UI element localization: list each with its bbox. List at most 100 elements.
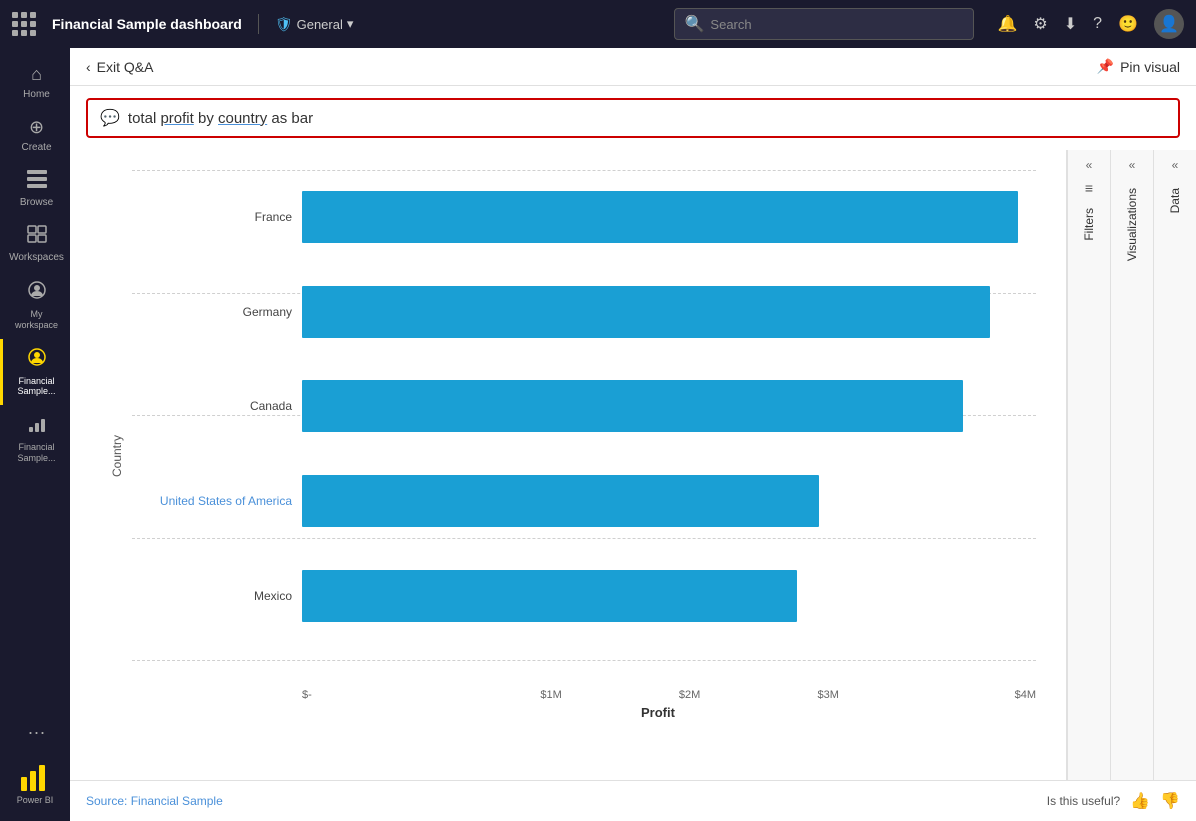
bar-row-germany: Germany — [132, 279, 1036, 344]
footer-source: Source: Financial Sample — [86, 794, 223, 808]
chart-inner: Country — [110, 170, 1036, 701]
data-chevron-icon: « — [1172, 158, 1179, 172]
bar-fill-usa — [302, 475, 819, 527]
back-chevron-icon: ‹ — [86, 59, 91, 75]
download-icon[interactable]: ⬇ — [1064, 14, 1077, 34]
filter-icon: ≡ — [1085, 180, 1093, 196]
qa-input-box[interactable]: 💬 total profit by country as bar — [86, 98, 1180, 138]
bar-track-canada — [302, 380, 1036, 432]
qa-header: ‹ Exit Q&A 📌 Pin visual — [70, 48, 1196, 86]
x-tick-4: $4M — [897, 689, 1036, 701]
report-icon — [27, 413, 47, 438]
sidebar-item-financial-sample-report[interactable]: FinancialSample... — [0, 405, 70, 472]
bar-fill-france — [302, 191, 1018, 243]
create-icon: ⊕ — [29, 117, 44, 138]
qa-input-wrapper: 💬 total profit by country as bar — [70, 86, 1196, 150]
content-area: ‹ Exit Q&A 📌 Pin visual 💬 total profit b… — [70, 48, 1196, 821]
chat-icon: 💬 — [100, 108, 120, 128]
thumbs-down-button[interactable]: 👎 — [1160, 791, 1180, 811]
more-icon: ··· — [28, 722, 46, 743]
top-navigation: Financial Sample dashboard 🛡 General ▾ 🔍… — [0, 0, 1196, 48]
sidebar-item-label: FinancialSample... — [17, 442, 55, 464]
sidebar-item-create[interactable]: ⊕ Create — [0, 109, 70, 162]
bar-track-germany — [302, 286, 1036, 338]
topnav-action-icons: 🔔 ⚙ ⬇ ? 🙂 👤 — [998, 9, 1185, 39]
chevron-down-icon: ▾ — [347, 16, 354, 32]
thumbs-up-button[interactable]: 👍 — [1130, 791, 1150, 811]
powerbi-logo-area: Power BI — [9, 751, 62, 813]
financial-sample-icon — [27, 347, 47, 372]
profit-underline: profit — [160, 110, 193, 127]
qa-query-text: total profit by country as bar — [128, 110, 313, 127]
sidebar-item-workspaces[interactable]: Workspaces — [0, 217, 70, 272]
sidebar-item-financial-sample-dashboard[interactable]: FinancialSample... — [0, 339, 70, 406]
search-input[interactable] — [710, 17, 962, 32]
powerbi-logo — [17, 759, 53, 795]
bar-track-france — [302, 191, 1036, 243]
search-box[interactable]: 🔍 — [674, 8, 974, 40]
search-icon: 🔍 — [685, 14, 705, 34]
shield-icon: 🛡 — [275, 16, 293, 33]
x-tick-2: $2M — [620, 689, 759, 701]
bar-label-france: France — [132, 210, 292, 224]
nav-badge: 🛡 General ▾ — [275, 16, 354, 33]
filters-chevron-icon: « — [1086, 158, 1093, 172]
my-workspace-icon — [27, 280, 47, 305]
sidebar-item-home[interactable]: ⌂ Home — [0, 56, 70, 109]
bar-fill-germany — [302, 286, 990, 338]
bar-label-mexico: Mexico — [132, 589, 292, 603]
visualizations-panel-title: Visualizations — [1125, 188, 1139, 261]
visualizations-chevron-icon: « — [1129, 158, 1136, 172]
help-icon[interactable]: ? — [1093, 15, 1102, 33]
feedback-label: Is this useful? — [1047, 794, 1120, 808]
sidebar-item-more[interactable]: ··· — [0, 714, 70, 751]
workspaces-icon — [27, 225, 47, 248]
chart-body: France Germany — [132, 170, 1036, 701]
bar-track-usa — [302, 475, 1036, 527]
sidebar-item-label: Create — [21, 142, 51, 154]
main-layout: ⌂ Home ⊕ Create Browse — [0, 48, 1196, 821]
x-axis-label: Profit — [110, 705, 1036, 720]
sidebar-item-label: FinancialSample... — [17, 376, 55, 398]
feedback-icon[interactable]: 🙂 — [1118, 14, 1138, 34]
sidebar-item-label: Home — [23, 89, 50, 101]
country-underline: country — [218, 110, 267, 127]
footer-feedback: Is this useful? 👍 👎 — [1047, 791, 1180, 811]
x-tick-3: $3M — [759, 689, 898, 701]
bars-container: France Germany — [132, 170, 1036, 683]
pin-visual-button[interactable]: 📌 Pin visual — [1097, 58, 1180, 75]
visualizations-panel[interactable]: « Visualizations — [1110, 150, 1153, 780]
bar-label-usa: United States of America — [132, 494, 292, 508]
waffle-icon[interactable] — [12, 12, 36, 36]
sidebar-item-label: Myworkspace — [15, 309, 58, 331]
filters-panel[interactable]: « ≡ Filters — [1067, 150, 1110, 780]
x-tick-1: $1M — [482, 689, 621, 701]
bar-chart: Country — [90, 160, 1056, 780]
nav-divider — [258, 14, 259, 34]
y-axis-label: Country — [110, 170, 124, 701]
bar-row-canada: Canada — [132, 374, 1036, 439]
data-panel[interactable]: « Data — [1153, 150, 1196, 780]
browse-icon — [27, 170, 47, 193]
x-axis: $- $1M $2M $3M $4M — [302, 683, 1036, 701]
filters-panel-title: Filters — [1082, 208, 1096, 241]
general-dropdown[interactable]: General ▾ — [297, 16, 354, 32]
x-tick-0: $- — [302, 689, 320, 701]
powerbi-label: Power BI — [17, 795, 54, 805]
source-link[interactable]: Financial Sample — [131, 794, 223, 808]
sidebar-item-label: Browse — [20, 197, 53, 209]
avatar[interactable]: 👤 — [1154, 9, 1184, 39]
sidebar-item-browse[interactable]: Browse — [0, 162, 70, 217]
exit-qa-button[interactable]: ‹ Exit Q&A — [86, 59, 153, 75]
chart-area: Country — [70, 150, 1196, 780]
right-panels: « ≡ Filters « Visualizations « Data — [1066, 150, 1196, 780]
bar-row-usa: United States of America — [132, 469, 1036, 534]
settings-icon[interactable]: ⚙ — [1033, 14, 1047, 34]
data-panel-title: Data — [1168, 188, 1182, 213]
footer: Source: Financial Sample Is this useful?… — [70, 780, 1196, 821]
sidebar-item-my-workspace[interactable]: Myworkspace — [0, 272, 70, 339]
bar-fill-mexico — [302, 570, 797, 622]
bar-row-france: France — [132, 185, 1036, 250]
bar-label-canada: Canada — [132, 399, 292, 413]
notifications-icon[interactable]: 🔔 — [998, 14, 1018, 34]
